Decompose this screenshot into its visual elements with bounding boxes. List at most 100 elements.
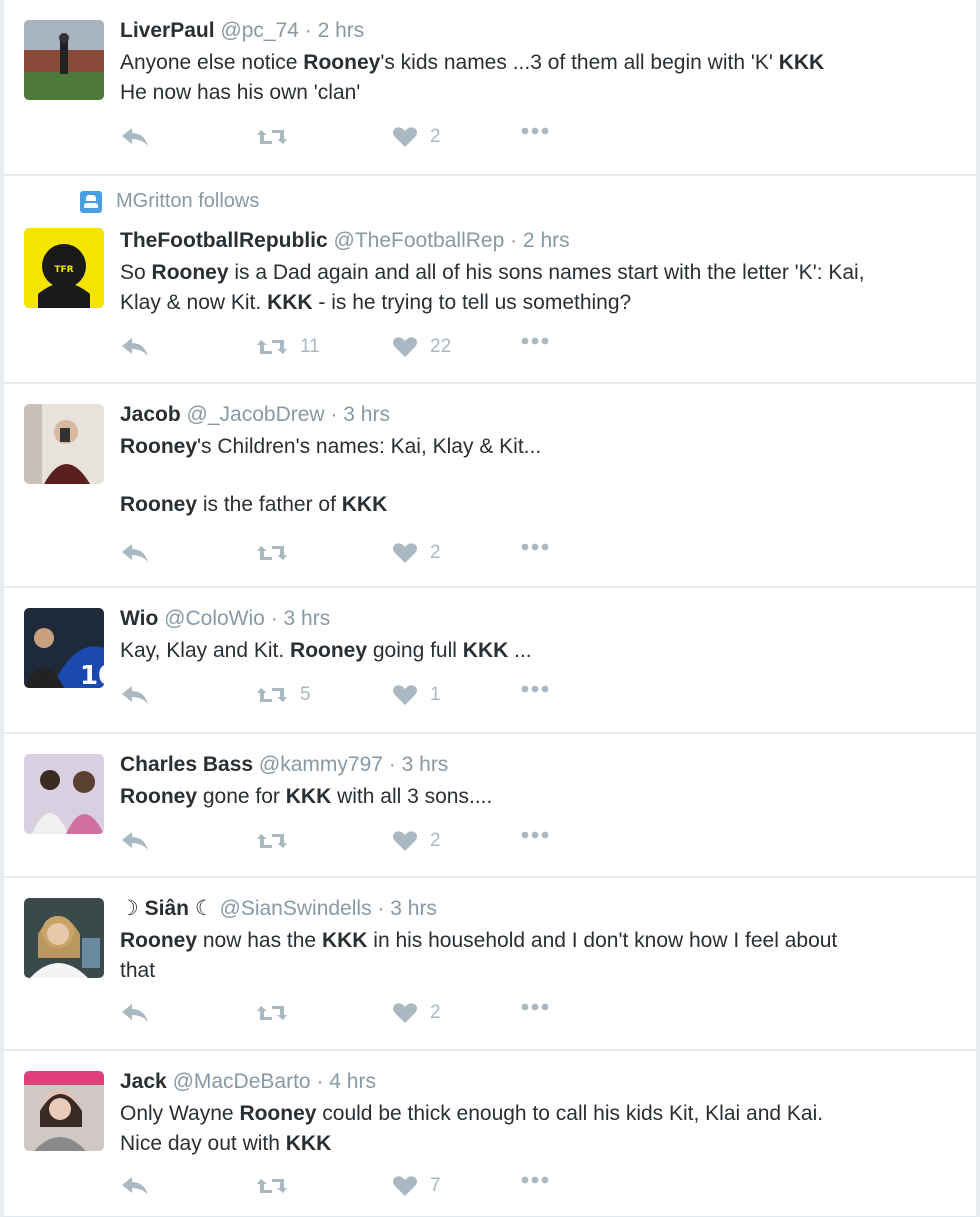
retweet-button[interactable]	[256, 126, 300, 148]
tweet-content: Wio @ColoWio · 3 hrs Kay, Klay and Kit. R…	[120, 606, 946, 666]
text-segment: going full	[367, 639, 463, 662]
tweet-header: Charles Bass @kammy797 · 3 hrs	[120, 752, 946, 778]
tweet-content: Jack @MacDeBarto · 4 hrs Only Wayne Roone…	[120, 1069, 946, 1159]
like-button[interactable]: 2	[392, 830, 441, 852]
retweet-button[interactable]: 11	[256, 336, 320, 358]
timestamp[interactable]: · 4 hrs	[316, 1070, 376, 1093]
timestamp[interactable]: · 3 hrs	[271, 607, 331, 630]
user-handle[interactable]: @ColoWio	[164, 607, 265, 630]
user-handle[interactable]: @kammy797	[259, 753, 383, 776]
reply-button[interactable]	[120, 684, 150, 706]
timestamp[interactable]: · 3 hrs	[330, 403, 390, 426]
display-name[interactable]: Jacob	[120, 403, 181, 426]
heart-icon	[392, 830, 418, 852]
timestamp[interactable]: · 2 hrs	[305, 19, 365, 42]
display-name[interactable]: TheFootballRepublic	[120, 229, 328, 252]
user-handle[interactable]: @SianSwindells	[220, 897, 372, 920]
text-segment: with all 3 sons....	[331, 785, 493, 808]
more-icon	[520, 126, 550, 136]
text-segment: gone for	[197, 785, 286, 808]
avatar[interactable]	[24, 1071, 104, 1151]
highlighted-term: KKK	[267, 291, 313, 314]
display-name[interactable]: ☽ Siân ☾	[120, 897, 214, 920]
user-handle[interactable]: @MacDeBarto	[173, 1070, 311, 1093]
display-name[interactable]: Charles Bass	[120, 753, 253, 776]
heart-icon	[392, 542, 418, 564]
reply-button[interactable]	[120, 1002, 150, 1024]
like-button[interactable]: 7	[392, 1175, 441, 1197]
reply-button[interactable]	[120, 542, 150, 564]
tweet-content: Charles Bass @kammy797 · 3 hrs Rooney gon…	[120, 752, 946, 812]
like-button[interactable]: 22	[392, 336, 451, 358]
retweet-button[interactable]	[256, 1175, 300, 1197]
display-name[interactable]: LiverPaul	[120, 19, 215, 42]
text-segment: Anyone else notice	[120, 51, 304, 74]
tweet-card[interactable]: 10 Wio @ColoWio · 3 hrs Kay, Klay and Kit.…	[4, 588, 976, 733]
more-icon	[520, 684, 550, 694]
like-button[interactable]: 2	[392, 126, 441, 148]
timestamp[interactable]: · 3 hrs	[377, 897, 437, 920]
retweet-button[interactable]	[256, 830, 300, 852]
avatar[interactable]: 10	[24, 608, 104, 688]
more-button[interactable]	[520, 542, 550, 552]
retweet-button[interactable]	[256, 1002, 300, 1024]
timestamp[interactable]: · 3 hrs	[389, 753, 449, 776]
user-handle[interactable]: @TheFootballRep	[334, 229, 505, 252]
more-button[interactable]	[520, 1002, 550, 1012]
text-segment: now has the	[197, 929, 322, 952]
tweet-content: ☽ Siân ☾ @SianSwindells · 3 hrs Rooney no…	[120, 896, 946, 986]
like-count: 2	[430, 1002, 441, 1023]
more-button[interactable]	[520, 336, 550, 346]
timestamp[interactable]: · 2 hrs	[510, 229, 570, 252]
more-button[interactable]	[520, 1175, 550, 1185]
like-button[interactable]: 1	[392, 684, 441, 706]
display-name[interactable]: Jack	[120, 1070, 167, 1093]
tweet-actions: 2	[120, 1002, 560, 1032]
reply-button[interactable]	[120, 126, 150, 148]
retweet-icon	[256, 830, 288, 852]
retweet-icon	[256, 542, 288, 564]
more-icon	[520, 1002, 550, 1012]
avatar[interactable]	[24, 404, 104, 484]
retweet-button[interactable]	[256, 542, 300, 564]
tweet-text: Rooney gone for KKK with all 3 sons....	[120, 782, 946, 812]
reply-button[interactable]	[120, 1175, 150, 1197]
like-button[interactable]: 2	[392, 542, 441, 564]
heart-icon	[392, 1002, 418, 1024]
text-segment: Kay, Klay and Kit.	[120, 639, 291, 662]
retweet-icon	[256, 1002, 288, 1024]
tweet-card[interactable]: Jack @MacDeBarto · 4 hrs Only Wayne Roone…	[4, 1051, 976, 1217]
reply-button[interactable]	[120, 830, 150, 852]
tweet-actions: 2	[120, 542, 560, 572]
retweet-icon	[256, 684, 288, 706]
avatar[interactable]: TFR	[24, 228, 104, 308]
tweet-text: Only Wayne Rooney could be thick enough …	[120, 1099, 946, 1159]
text-segment: He now has his own 'clan'	[120, 81, 361, 104]
avatar[interactable]	[24, 898, 104, 978]
tweet-card[interactable]: ☽ Siân ☾ @SianSwindells · 3 hrs Rooney no…	[4, 878, 976, 1050]
avatar[interactable]	[24, 754, 104, 834]
tweet-card[interactable]: Charles Bass @kammy797 · 3 hrs Rooney gon…	[4, 734, 976, 877]
tweet-card[interactable]: LiverPaul @pc_74 · 2 hrs Anyone else noti…	[4, 0, 976, 175]
avatar[interactable]	[24, 20, 104, 100]
reply-icon	[120, 542, 150, 564]
tweet-actions: 11 22	[120, 336, 560, 366]
highlighted-term: Rooney	[151, 261, 229, 284]
retweet-button[interactable]: 5	[256, 684, 311, 706]
display-name[interactable]: Wio	[120, 607, 158, 630]
text-segment: ...	[508, 639, 532, 662]
like-button[interactable]: 2	[392, 1002, 441, 1024]
reply-icon	[120, 684, 150, 706]
more-button[interactable]	[520, 684, 550, 694]
heart-icon	[392, 1175, 418, 1197]
user-handle[interactable]: @pc_74	[220, 19, 299, 42]
highlighted-term: Rooney	[120, 435, 198, 458]
more-button[interactable]	[520, 830, 550, 840]
user-handle[interactable]: @_JacobDrew	[187, 403, 325, 426]
tweet-card[interactable]: Jacob @_JacobDrew · 3 hrs Rooney's Childr…	[4, 384, 976, 587]
tweet-actions: 51	[120, 684, 560, 714]
tweet-card[interactable]: MGritton follows TFR TheFootballRepublic @…	[4, 176, 976, 383]
tweet-header: ☽ Siân ☾ @SianSwindells · 3 hrs	[120, 896, 946, 922]
more-button[interactable]	[520, 126, 550, 136]
reply-button[interactable]	[120, 336, 150, 358]
